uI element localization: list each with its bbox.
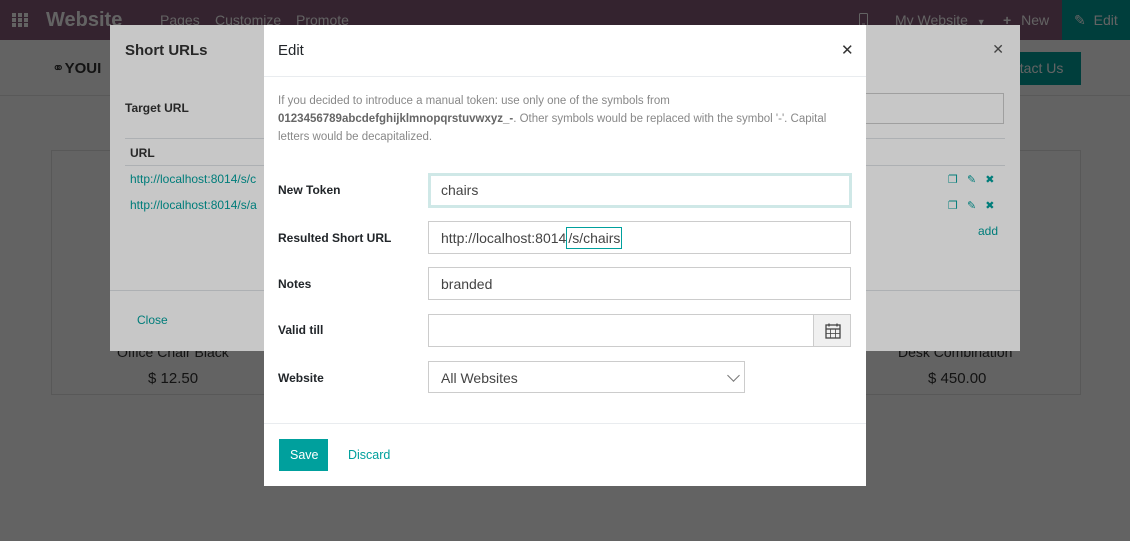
resulted-short-url-label: Resulted Short URL <box>278 231 392 245</box>
token-help-text: If you decided to introduce a manual tok… <box>278 92 853 146</box>
close-icon[interactable]: ✕ <box>841 41 854 59</box>
notes-input[interactable]: branded <box>428 267 851 300</box>
save-button[interactable]: Save <box>279 439 328 471</box>
header-divider <box>264 76 866 77</box>
new-token-label: New Token <box>278 183 341 197</box>
discard-button[interactable]: Discard <box>348 448 390 462</box>
valid-till-input[interactable] <box>428 314 814 347</box>
dialog-title: Edit <box>278 42 304 59</box>
short-url-prefix: http://localhost:8014 <box>441 230 567 246</box>
website-select[interactable]: All Websites <box>428 361 745 393</box>
website-label: Website <box>278 371 324 385</box>
footer-divider <box>264 423 866 424</box>
valid-till-label: Valid till <box>278 323 324 337</box>
edit-dialog: Edit ✕ If you decided to introduce a man… <box>264 25 866 486</box>
help-text-intro: If you decided to introduce a manual tok… <box>278 95 670 107</box>
notes-label: Notes <box>278 277 312 291</box>
calendar-icon <box>825 323 841 339</box>
short-url-token-highlight: /s/chairs <box>566 227 623 249</box>
help-symbols: 0123456789abcdefghijklmnopqrstuvwxyz_- <box>278 113 514 125</box>
calendar-button[interactable] <box>813 314 851 347</box>
resulted-short-url-field: http://localhost:8014/s/chairs <box>428 221 851 254</box>
new-token-input[interactable]: chairs <box>428 173 852 208</box>
